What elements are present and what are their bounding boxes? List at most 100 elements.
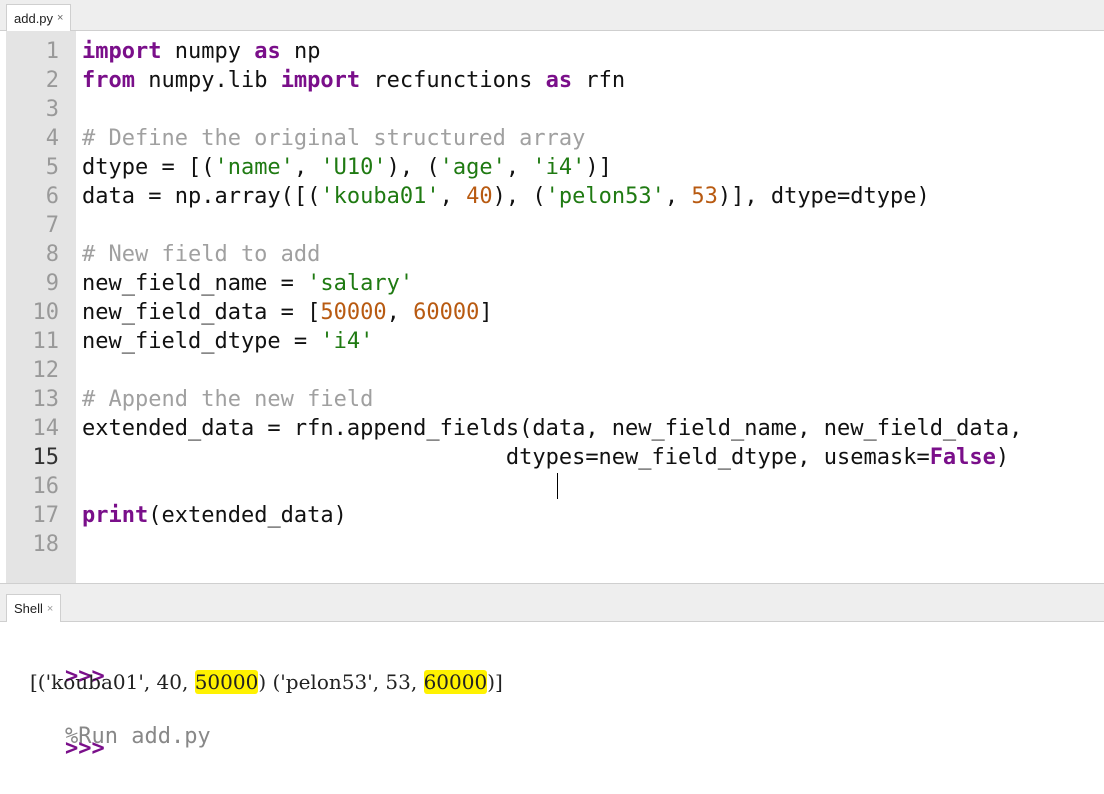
code-token: recfunctions	[360, 68, 546, 93]
code-text: new_field_name = 'salary'	[82, 269, 413, 298]
code-line[interactable]: 18	[0, 530, 1104, 559]
editor-tabbar: add.py ×	[0, 0, 1104, 31]
line-number: 1	[45, 39, 59, 64]
line-number: 14	[32, 416, 60, 441]
line-number: 3	[45, 97, 59, 122]
code-editor[interactable]: 1 import numpy as np 2 from numpy.lib impor…	[0, 31, 1104, 583]
code-token: import	[280, 68, 361, 93]
shell-tabbar: Shell ×	[0, 584, 1104, 622]
code-text: extended_data = rfn.append_fields(data, …	[82, 414, 1022, 443]
line-number: 15	[32, 445, 60, 470]
shell-input-line[interactable]: >>>	[12, 704, 105, 794]
code-token: 60000	[413, 300, 480, 325]
code-token: # Define the original structured array	[82, 126, 586, 151]
code-token: )]	[585, 155, 612, 180]
tab-label: add.py	[14, 10, 54, 26]
code-token: extended_data = rfn.append_fields(data, …	[82, 416, 1023, 441]
code-token: ,	[439, 184, 467, 209]
line-number: 16	[32, 474, 60, 499]
code-token: dtypes=new_field_dtype, usemask=	[82, 445, 930, 470]
code-token: )], dtype=dtype)	[717, 184, 930, 209]
code-line[interactable]: 13 # Append the new field	[0, 385, 1104, 414]
code-text: import numpy as np	[82, 37, 320, 66]
code-token: ), (	[386, 155, 440, 180]
code-text: # Append the new field	[82, 385, 373, 414]
code-line[interactable]: 11 new_field_dtype = 'i4'	[0, 327, 1104, 356]
line-number: 12	[32, 358, 60, 383]
close-icon[interactable]: ×	[57, 12, 63, 24]
output-text: [('kouba01', 40,	[30, 670, 195, 694]
line-number: 7	[45, 213, 59, 238]
code-text: data = np.array([('kouba01', 40), ('pelo…	[82, 182, 930, 211]
code-token: import	[82, 39, 162, 64]
code-token: )	[995, 445, 1010, 470]
code-token: new_field_dtype =	[82, 329, 321, 354]
code-line[interactable]: 8 # New field to add	[0, 240, 1104, 269]
code-text: # New field to add	[82, 240, 320, 269]
code-token: # Append the new field	[82, 387, 374, 412]
line-number: 5	[45, 155, 59, 180]
code-token: 'name'	[214, 155, 294, 180]
line-number: 18	[32, 532, 60, 557]
code-line[interactable]: 10 new_field_data = [50000, 60000]	[0, 298, 1104, 327]
shell-prompt: >>>	[64, 736, 105, 761]
code-token: as	[545, 68, 573, 93]
code-token: ,	[293, 155, 321, 180]
line-number: 2	[45, 68, 59, 93]
code-text: dtypes=new_field_dtype, usemask=False)	[82, 443, 1009, 472]
code-token: # New field to add	[82, 242, 321, 267]
code-line[interactable]: 9 new_field_name = 'salary'	[0, 269, 1104, 298]
code-token: 'i4'	[320, 329, 374, 354]
code-line[interactable]: 6 data = np.array([('kouba01', 40), ('pel…	[0, 182, 1104, 211]
code-text: new_field_dtype = 'i4'	[82, 327, 373, 356]
code-line[interactable]: 5 dtype = [('name', 'U10'), ('age', 'i4')…	[0, 153, 1104, 182]
code-line[interactable]: 7	[0, 211, 1104, 240]
shell-tab-label: Shell	[14, 601, 43, 616]
code-token: 'i4'	[532, 155, 586, 180]
text-caret	[557, 473, 558, 499]
code-line[interactable]: 2 from numpy.lib import recfunctions as r…	[0, 66, 1104, 95]
tab-add-py[interactable]: add.py ×	[6, 4, 72, 31]
output-text: )]	[487, 670, 503, 694]
code-line[interactable]: 16	[0, 472, 1104, 501]
code-token: numpy.lib	[134, 68, 281, 93]
tab-shell[interactable]: Shell ×	[6, 594, 62, 622]
code-line[interactable]: 1 import numpy as np	[0, 37, 1104, 66]
code-token: 'U10'	[320, 155, 387, 180]
code-token: (extended_data)	[148, 503, 347, 528]
code-token: 'salary'	[307, 271, 414, 296]
code-token: ,	[664, 184, 692, 209]
line-number: 9	[45, 271, 59, 296]
code-token: False	[929, 445, 996, 470]
code-text: new_field_data = [50000, 60000]	[82, 298, 493, 327]
code-line[interactable]: 15 dtypes=new_field_dtype, usemask=False…	[0, 443, 1104, 472]
code-token: 40	[466, 184, 493, 209]
highlighted-value: 50000	[194, 670, 259, 694]
highlighted-value: 60000	[423, 670, 488, 694]
code-token: rfn	[572, 68, 626, 93]
code-token: ,	[386, 300, 414, 325]
code-token: 50000	[320, 300, 387, 325]
code-token: 53	[691, 184, 718, 209]
code-text: print(extended_data)	[82, 501, 347, 530]
code-token: 'pelon53'	[545, 184, 665, 209]
close-icon[interactable]: ×	[47, 603, 53, 615]
shell-panel[interactable]: Shell × >>> %Run add.py [('kouba01', 40,…	[0, 583, 1104, 761]
code-token: ]	[479, 300, 493, 325]
line-number: 6	[45, 184, 59, 209]
line-number: 10	[32, 300, 60, 325]
code-token: 'age'	[439, 155, 506, 180]
code-line[interactable]: 3	[0, 95, 1104, 124]
code-token: ,	[505, 155, 533, 180]
output-text: ) ('pelon53', 53,	[258, 670, 424, 694]
code-token: from	[82, 68, 135, 93]
code-line[interactable]: 14 extended_data = rfn.append_fields(data…	[0, 414, 1104, 443]
code-line[interactable]: 12	[0, 356, 1104, 385]
code-line[interactable]: 4 # Define the original structured array	[0, 124, 1104, 153]
code-line[interactable]: 17 print(extended_data)	[0, 501, 1104, 530]
code-token: numpy	[161, 39, 255, 64]
line-number: 4	[45, 126, 59, 151]
shell-output: [('kouba01', 40, 50000) ('pelon53', 53, …	[30, 667, 503, 697]
code-token: print	[82, 503, 149, 528]
code-text: dtype = [('name', 'U10'), ('age', 'i4')]	[82, 153, 612, 182]
